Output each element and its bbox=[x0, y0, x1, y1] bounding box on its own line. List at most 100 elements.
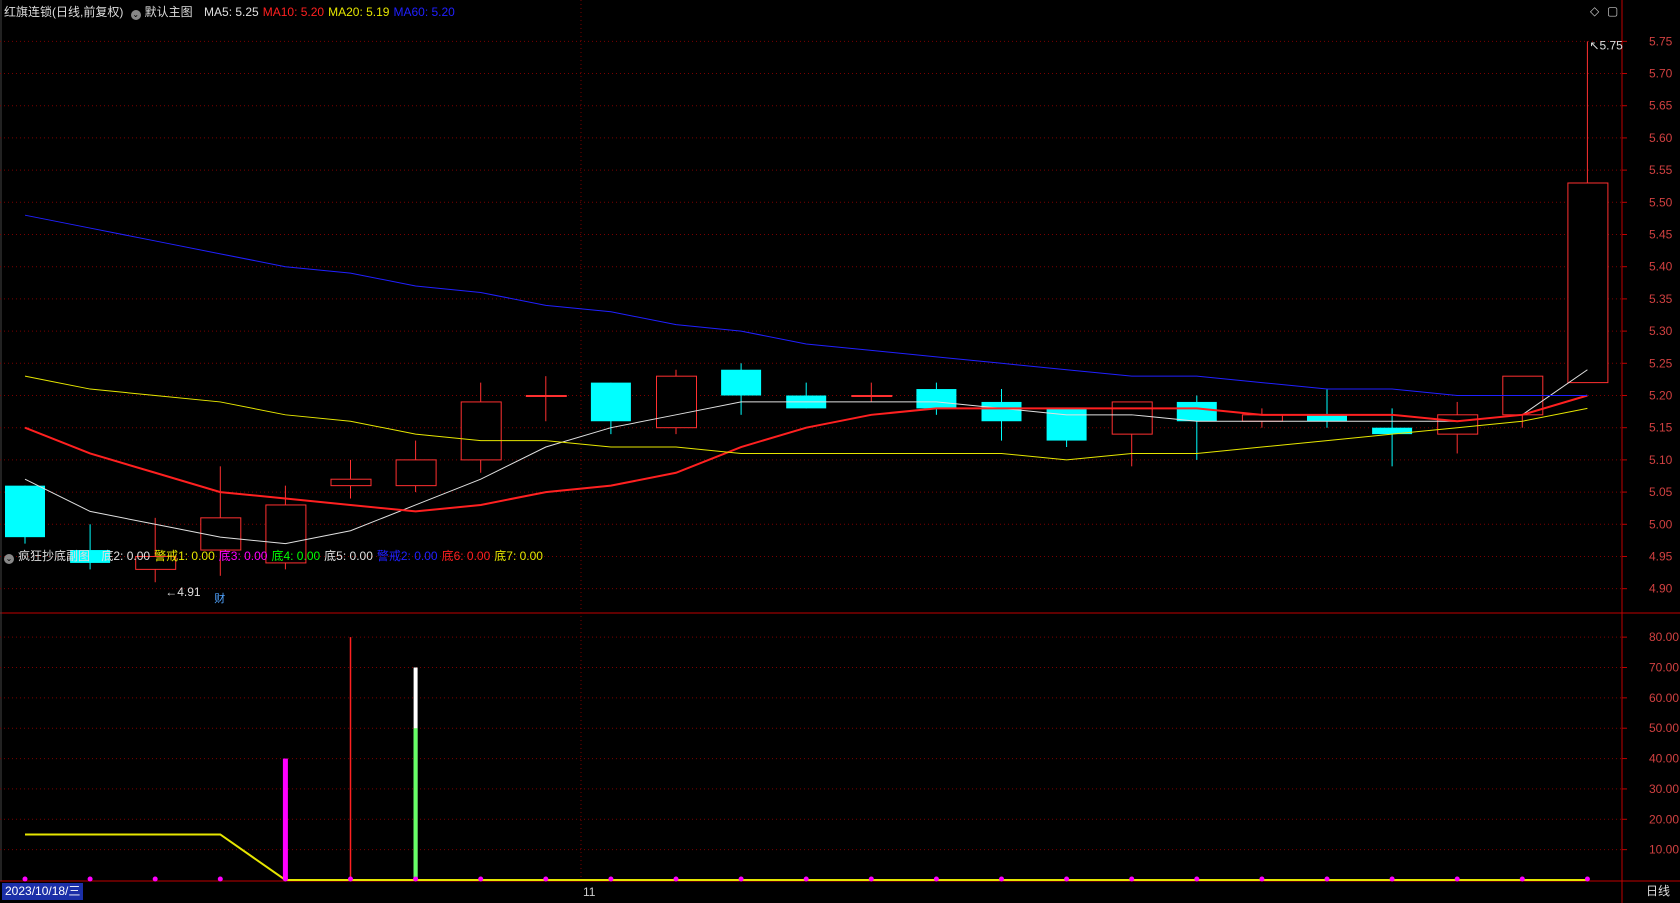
indicator-dot-底5 bbox=[282, 876, 288, 882]
indicator-legend-item-4: 底5: 0.00 bbox=[324, 549, 373, 563]
indicator-dot-底5 bbox=[1129, 876, 1135, 882]
indicator-legend-item-3: 底4: 0.00 bbox=[271, 549, 321, 563]
price-tick-label: 5.40 bbox=[1649, 260, 1673, 274]
indicator-tick-label: 30.00 bbox=[1649, 782, 1679, 796]
indicator-dot-底5 bbox=[803, 876, 809, 882]
price-tick-label: 5.65 bbox=[1649, 99, 1673, 113]
candle-body-up bbox=[851, 394, 893, 397]
indicator-tick-label: 60.00 bbox=[1649, 691, 1679, 705]
candle-body-down bbox=[916, 389, 957, 409]
indicator-dot-底5 bbox=[868, 876, 874, 882]
price-tick-label: 5.75 bbox=[1649, 34, 1673, 48]
indicator-dot-底5 bbox=[673, 876, 679, 882]
indicator-dot-底5 bbox=[1259, 876, 1265, 882]
finance-event-marker: 财 bbox=[214, 591, 225, 605]
indicator-dot-底5 bbox=[22, 876, 28, 882]
indicator-dot-底5 bbox=[478, 876, 484, 882]
indicator-dot-底5 bbox=[608, 876, 614, 882]
chart-title: 红旗连锁(日线,前复权) bbox=[4, 5, 124, 19]
price-tick-label: 5.55 bbox=[1649, 163, 1673, 177]
price-tick-label: 5.30 bbox=[1649, 324, 1673, 338]
candle-body-up bbox=[200, 517, 242, 551]
price-tick-label: 5.15 bbox=[1649, 421, 1673, 435]
indicator-dot-底5 bbox=[1519, 876, 1525, 882]
candle-body-up bbox=[525, 394, 567, 397]
indicator-dot-底5 bbox=[933, 876, 939, 882]
candle-body-up bbox=[1567, 182, 1609, 384]
indicator-line-警戒1 bbox=[25, 833, 1588, 881]
indicator-dot-底5 bbox=[217, 876, 223, 882]
price-tick-label: 5.20 bbox=[1649, 388, 1673, 402]
kline-chart[interactable]: ←4.91 ↖5.75 财 5.75 5.70 5.65 5.60 5.55 5.50 5.45… bbox=[0, 0, 1680, 903]
low-price-marker: ←4.91 bbox=[165, 585, 201, 599]
indicator-legend-item-5: 警戒2: 0.00 bbox=[376, 549, 438, 563]
price-tick-label: 4.90 bbox=[1649, 582, 1673, 596]
window-icon[interactable]: ▢ bbox=[1607, 4, 1618, 18]
main-chart-header: 红旗连锁(日线,前复权) ⌄ 默认主图 MA5: 5.25 MA10: 5.20 MA… bbox=[4, 3, 463, 21]
price-tick-label: 5.60 bbox=[1649, 131, 1673, 145]
price-tick-label: 5.05 bbox=[1649, 485, 1673, 499]
indicator-legend-item-0: 底2: 0.00 bbox=[101, 549, 151, 563]
indicator-header: ⌄ 疯狂抄底副图 底2: 0.00 警戒1: 0.00 底3: 0.00 底4: 0.0… bbox=[4, 547, 551, 565]
indicator-dot-底5 bbox=[413, 876, 419, 882]
indicator-tick-label: 80.00 bbox=[1649, 630, 1679, 644]
ma-legend-item-1: MA10: 5.20 bbox=[262, 5, 325, 19]
indicator-chart-panel[interactable] bbox=[22, 637, 1590, 882]
price-tick-label: 5.45 bbox=[1649, 228, 1673, 242]
candle-body-down bbox=[721, 369, 762, 396]
indicator-dot-底5 bbox=[152, 876, 158, 882]
candle-body-up bbox=[1437, 414, 1479, 435]
ma-legend-item-3: MA60: 5.20 bbox=[393, 5, 455, 19]
price-tick-label: 5.50 bbox=[1649, 195, 1673, 209]
ma-legend-item-0: MA5: 5.25 bbox=[204, 5, 259, 19]
high-price-marker: ↖5.75 bbox=[1589, 38, 1623, 52]
template-label: 默认主图 bbox=[144, 5, 193, 19]
price-tick-label: 5.00 bbox=[1649, 517, 1673, 531]
ma-line-ma60 bbox=[24, 214, 1588, 396]
ma-legend: MA5: 5.25 MA10: 5.20 MA20: 5.19 MA60: 5.20 bbox=[204, 5, 459, 19]
grid bbox=[0, 0, 1680, 903]
price-tick-label: 5.25 bbox=[1649, 356, 1673, 370]
chevron-down-icon: ⌄ bbox=[4, 554, 14, 564]
candle-body-down bbox=[590, 382, 631, 422]
indicator-legend-item-7: 底7: 0.00 bbox=[494, 549, 543, 563]
indicator-dot-底5 bbox=[1389, 876, 1395, 882]
price-tick-label: 4.95 bbox=[1649, 549, 1673, 563]
indicator-legend-item-6: 底6: 0.00 bbox=[441, 549, 491, 563]
indicator-selector[interactable]: ⌄ 疯狂抄底副图 bbox=[4, 549, 94, 564]
indicator-dot-底5 bbox=[1064, 876, 1070, 882]
indicator-dot-底5 bbox=[1194, 876, 1200, 882]
period-label[interactable]: 日线 bbox=[1646, 883, 1670, 900]
indicator-tick-label: 20.00 bbox=[1649, 812, 1679, 826]
price-axis: 5.75 5.70 5.65 5.60 5.55 5.50 5.45 5.40 5.35 5.30… bbox=[583, 34, 1679, 899]
candle-body-up bbox=[460, 401, 502, 461]
indicator-bar-底4 bbox=[413, 728, 418, 880]
ma-legend-item-2: MA20: 5.19 bbox=[328, 5, 390, 19]
price-tick-label: 5.10 bbox=[1649, 453, 1673, 467]
indicator-dot-底5 bbox=[87, 876, 93, 882]
indicator-tick-label: 10.00 bbox=[1649, 843, 1679, 857]
main-chart-panel[interactable]: ←4.91 ↖5.75 财 bbox=[5, 38, 1623, 605]
indicator-tick-label: 50.00 bbox=[1649, 721, 1679, 735]
indicator-dot-底5 bbox=[1454, 876, 1460, 882]
month-tick-label: 11 bbox=[583, 885, 596, 899]
indicator-dot-底5 bbox=[1324, 876, 1330, 882]
indicator-dot-底5 bbox=[348, 876, 353, 882]
indicator-bar-底6 bbox=[349, 637, 352, 880]
current-date: 2023/10/18/三 bbox=[2, 883, 84, 900]
indicator-dot-底5 bbox=[999, 876, 1004, 882]
candle-body-down bbox=[981, 401, 1022, 422]
indicator-tick-label: 70.00 bbox=[1649, 661, 1679, 675]
indicator-legend: 底2: 0.00 警戒1: 0.00 底3: 0.00 底4: 0.00 底5: 0.0… bbox=[101, 549, 547, 563]
candle-body-up bbox=[1111, 401, 1153, 435]
price-tick-label: 5.35 bbox=[1649, 292, 1673, 306]
template-selector[interactable]: ⌄ 默认主图 bbox=[130, 5, 197, 20]
indicator-dot-底5 bbox=[1584, 876, 1590, 882]
candle-body-down bbox=[5, 485, 45, 538]
indicator-bar-底3 bbox=[282, 758, 288, 880]
indicator-legend-item-2: 底3: 0.00 bbox=[218, 549, 268, 563]
candle-body-down bbox=[1176, 401, 1217, 422]
indicator-dot-底5 bbox=[738, 876, 744, 882]
diamond-icon[interactable]: ◇ bbox=[1590, 4, 1599, 18]
indicator-tick-label: 40.00 bbox=[1649, 752, 1679, 766]
